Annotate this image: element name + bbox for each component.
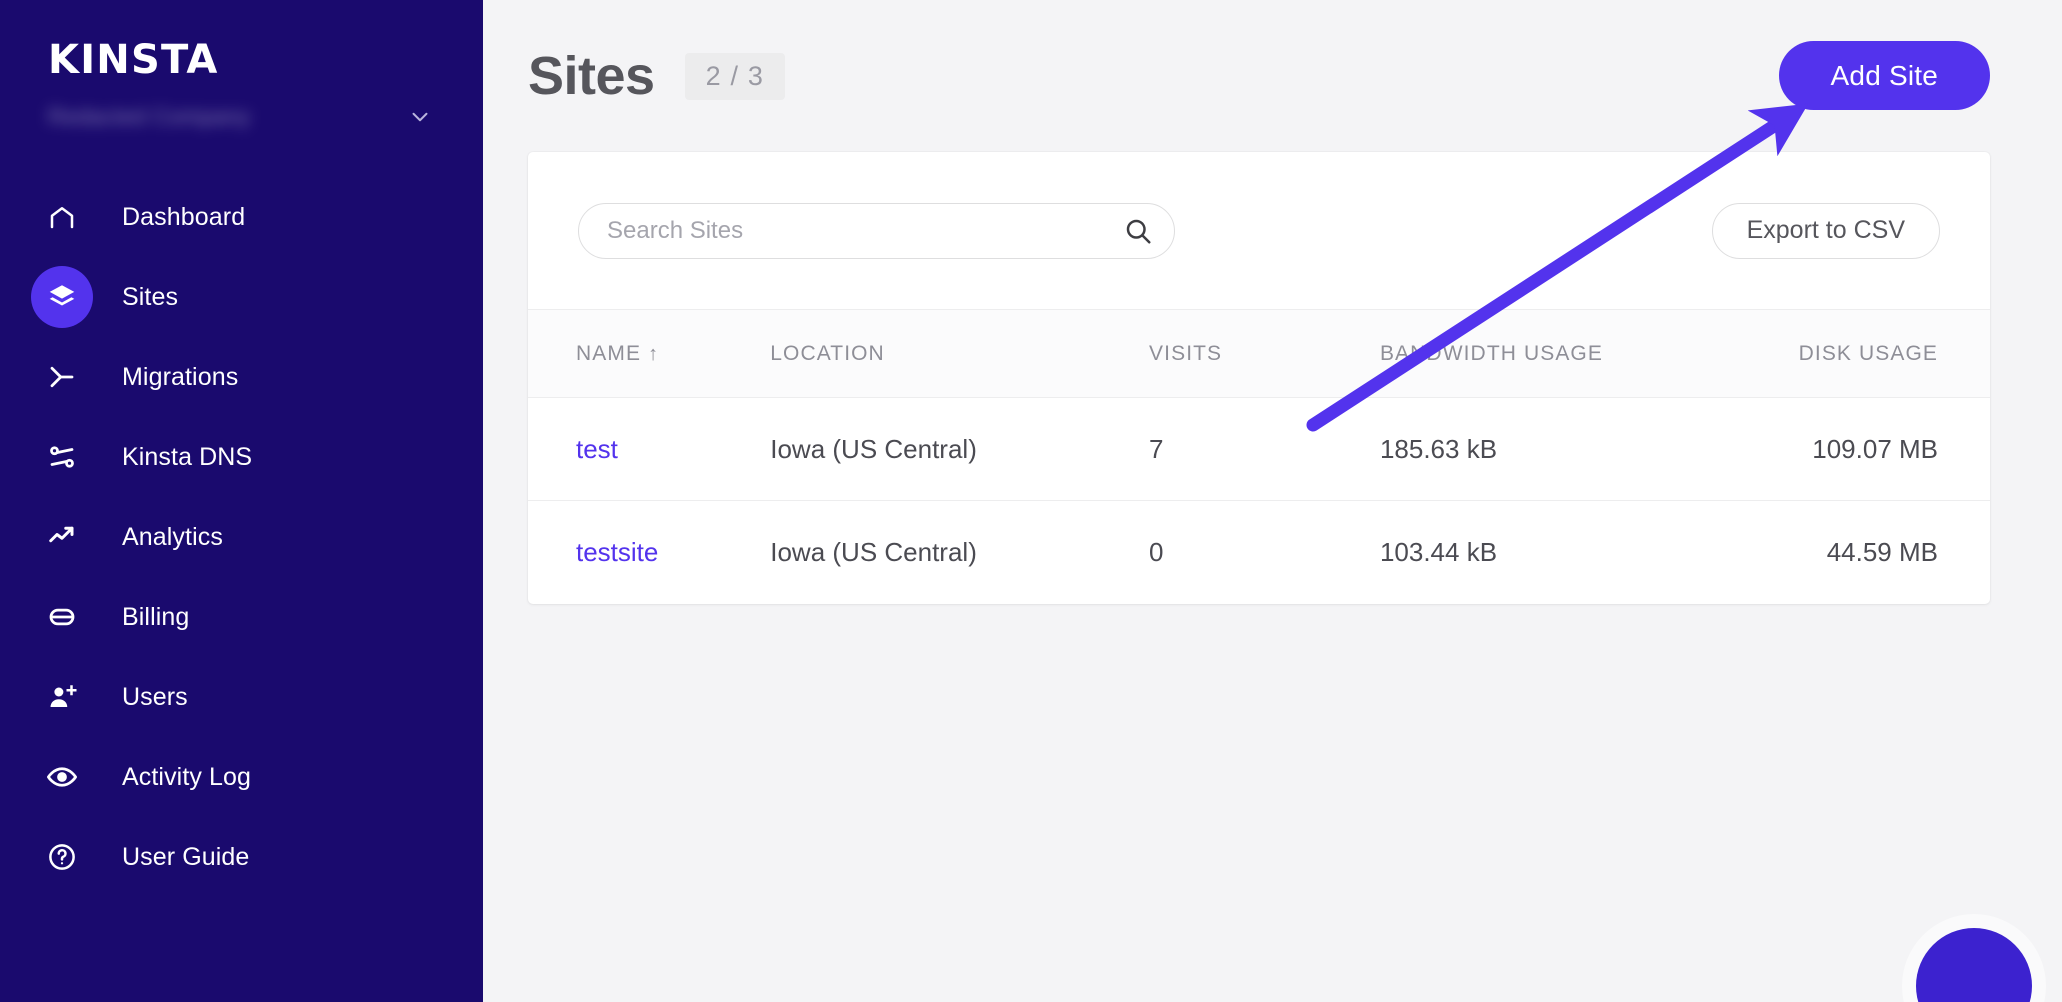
cell-bandwidth: 185.63 kB (1380, 398, 1799, 501)
search-input[interactable] (578, 203, 1175, 259)
table-row[interactable]: test Iowa (US Central) 7 185.63 kB 109.0… (528, 398, 1990, 501)
cell-visits: 7 (1149, 398, 1380, 501)
sidebar-item-label: Sites (122, 283, 178, 312)
search-sites-wrapper (578, 203, 1175, 259)
cell-name: testsite (528, 501, 770, 604)
cell-location: Iowa (US Central) (770, 398, 1149, 501)
sidebar-item-label: Billing (122, 603, 189, 632)
sites-card: Export to CSV NAME ↑ LOCATION VISITS BAND… (528, 152, 1990, 604)
add-site-button[interactable]: Add Site (1779, 41, 1990, 110)
home-icon (31, 186, 93, 248)
cell-name: test (528, 398, 770, 501)
sidebar-item-kinsta-dns[interactable]: Kinsta DNS (0, 426, 483, 488)
account-switcher[interactable]: Redacted Company (48, 100, 483, 134)
cell-disk: 109.07 MB (1799, 398, 1990, 501)
export-to-csv-button[interactable]: Export to CSV (1712, 203, 1940, 259)
account-name: Redacted Company (48, 104, 250, 130)
main-content: Sites 2 / 3 Add Site Export to CSV (483, 0, 2062, 1002)
search-icon[interactable] (1123, 216, 1153, 246)
sites-count-badge: 2 / 3 (685, 53, 786, 100)
capsule-icon (31, 586, 93, 648)
app-root: KINSTA Redacted Company Dashboard Sites (0, 0, 2062, 1002)
cell-location: Iowa (US Central) (770, 501, 1149, 604)
column-label: NAME (576, 342, 641, 365)
sort-ascending-icon: ↑ (648, 343, 659, 365)
table-row[interactable]: testsite Iowa (US Central) 0 103.44 kB 4… (528, 501, 1990, 604)
sidebar-item-label: User Guide (122, 843, 249, 872)
column-header-name[interactable]: NAME ↑ (528, 310, 770, 398)
sidebar-item-analytics[interactable]: Analytics (0, 506, 483, 568)
sites-table-head: NAME ↑ LOCATION VISITS BANDWIDTH USAGE DI… (528, 310, 1990, 398)
sidebar-item-label: Activity Log (122, 763, 251, 792)
sidebar-item-dashboard[interactable]: Dashboard (0, 186, 483, 248)
trending-up-icon (31, 506, 93, 568)
cell-visits: 0 (1149, 501, 1380, 604)
table-header-row: NAME ↑ LOCATION VISITS BANDWIDTH USAGE DI… (528, 310, 1990, 398)
merge-icon (31, 346, 93, 408)
question-circle-icon (31, 826, 93, 888)
cell-bandwidth: 103.44 kB (1380, 501, 1799, 604)
page-header: Sites 2 / 3 Add Site (528, 0, 1990, 152)
chevron-down-icon[interactable] (407, 104, 433, 130)
help-bubble-icon[interactable] (1916, 928, 2032, 1002)
eye-icon (31, 746, 93, 808)
sidebar-item-activity-log[interactable]: Activity Log (0, 746, 483, 808)
sidebar-item-user-guide[interactable]: User Guide (0, 826, 483, 888)
sidebar-item-migrations[interactable]: Migrations (0, 346, 483, 408)
sidebar-item-users[interactable]: Users (0, 666, 483, 728)
sidebar-item-billing[interactable]: Billing (0, 586, 483, 648)
column-header-disk-usage[interactable]: DISK USAGE (1799, 310, 1990, 398)
sites-table: NAME ↑ LOCATION VISITS BANDWIDTH USAGE DI… (528, 309, 1990, 604)
column-header-location[interactable]: LOCATION (770, 310, 1149, 398)
sidebar: KINSTA Redacted Company Dashboard Sites (0, 0, 483, 1002)
kinsta-logo: KINSTA (48, 40, 483, 80)
sidebar-nav: Dashboard Sites Migrations Kinsta DNS (0, 186, 483, 888)
network-icon (31, 426, 93, 488)
sidebar-item-label: Users (122, 683, 188, 712)
page-title: Sites (528, 49, 655, 103)
sidebar-item-label: Kinsta DNS (122, 443, 252, 472)
sites-table-body: test Iowa (US Central) 7 185.63 kB 109.0… (528, 398, 1990, 604)
sidebar-item-label: Analytics (122, 523, 223, 552)
site-link[interactable]: test (576, 434, 618, 464)
layers-icon (31, 266, 93, 328)
user-plus-icon (31, 666, 93, 728)
column-header-visits[interactable]: VISITS (1149, 310, 1380, 398)
sidebar-item-label: Migrations (122, 363, 238, 392)
sidebar-item-label: Dashboard (122, 203, 245, 232)
site-link[interactable]: testsite (576, 537, 658, 567)
cell-disk: 44.59 MB (1799, 501, 1990, 604)
sites-toolbar: Export to CSV (528, 152, 1990, 309)
sidebar-item-sites[interactable]: Sites (0, 266, 483, 328)
brand-block: KINSTA Redacted Company (0, 0, 483, 134)
column-header-bandwidth-usage[interactable]: BANDWIDTH USAGE (1380, 310, 1799, 398)
